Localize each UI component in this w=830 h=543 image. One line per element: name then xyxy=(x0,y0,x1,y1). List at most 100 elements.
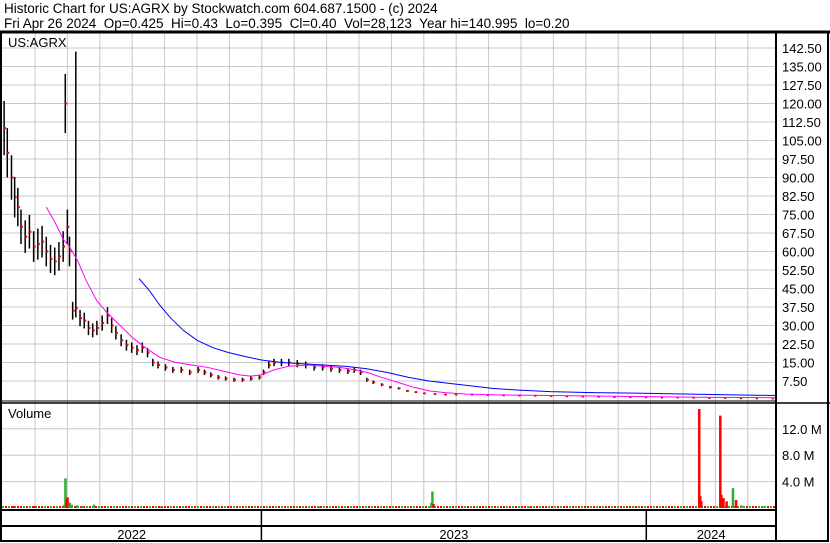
volume-bar-baseline xyxy=(107,506,109,508)
volume-bar-baseline xyxy=(308,506,310,508)
volume-bar-baseline xyxy=(275,506,277,508)
volume-bar-baseline xyxy=(587,506,589,508)
volume-bar-baseline xyxy=(644,506,646,508)
volume-bar-baseline xyxy=(197,506,199,508)
volume-bar-baseline xyxy=(104,506,106,508)
close-tick xyxy=(204,371,207,374)
volume-bar-baseline xyxy=(281,506,283,508)
volume-bar-baseline xyxy=(773,506,775,508)
volume-bar xyxy=(722,498,725,508)
volume-bar-baseline xyxy=(350,506,352,508)
volume-bar-baseline xyxy=(293,506,295,508)
close-tick xyxy=(37,243,40,246)
close-tick xyxy=(25,235,28,238)
close-tick xyxy=(14,196,17,199)
volume-bar-baseline xyxy=(503,506,505,508)
volume-bar-baseline xyxy=(140,506,142,508)
volume-bar-baseline xyxy=(269,506,271,508)
volume-bar-baseline xyxy=(476,506,478,508)
volume-bar xyxy=(12,506,16,508)
volume-bar-baseline xyxy=(56,506,58,508)
volume-bar-baseline xyxy=(395,506,397,508)
volume-bar-baseline xyxy=(110,506,112,508)
volume-bar-baseline xyxy=(89,506,91,508)
volume-bar-baseline xyxy=(728,506,730,508)
volume-bar-baseline xyxy=(557,506,559,508)
volume-bar-baseline xyxy=(128,506,130,508)
price-tick-label: 142.50 xyxy=(782,41,822,56)
volume-bar-baseline xyxy=(236,506,238,508)
close-tick xyxy=(250,377,253,380)
volume-bar-baseline xyxy=(548,506,550,508)
volume-bar-baseline xyxy=(449,506,451,508)
volume-bar-baseline xyxy=(125,506,127,508)
volume-bar-baseline xyxy=(332,506,334,508)
volume-bar-baseline xyxy=(158,506,160,508)
volume-bar-baseline xyxy=(194,506,196,508)
close-tick xyxy=(347,370,350,373)
volume-bar-baseline xyxy=(467,506,469,508)
volume-bar-baseline xyxy=(641,506,643,508)
close-tick xyxy=(415,391,418,394)
volume-bar-baseline xyxy=(443,506,445,508)
volume-bar xyxy=(700,501,703,508)
close-tick xyxy=(63,245,66,248)
volume-bar-baseline xyxy=(554,506,556,508)
volume-bar-baseline xyxy=(647,506,649,508)
close-tick xyxy=(189,371,192,374)
volume-bar xyxy=(731,488,735,508)
volume-bar-baseline xyxy=(749,506,751,508)
volume-bar-baseline xyxy=(131,506,133,508)
volume-tick-label: 8.0 M xyxy=(782,448,815,463)
volume-bar-baseline xyxy=(302,506,304,508)
close-tick xyxy=(423,392,426,395)
volume-bar-baseline xyxy=(695,506,697,508)
volume-bar-baseline xyxy=(29,506,31,508)
close-tick xyxy=(218,376,221,379)
grid xyxy=(0,33,776,509)
volume-bar-baseline xyxy=(713,506,715,508)
volume-bar-baseline xyxy=(353,506,355,508)
price-tick-label: 60.00 xyxy=(782,244,815,259)
close-tick xyxy=(381,383,384,386)
close-tick xyxy=(65,102,68,105)
volume-bar-baseline xyxy=(50,506,52,508)
volume-bar-baseline xyxy=(149,506,151,508)
volume-bar-baseline xyxy=(74,506,76,508)
price-tick-label: 127.50 xyxy=(782,78,822,93)
volume-bar-baseline xyxy=(452,506,454,508)
volume-bar-baseline xyxy=(533,506,535,508)
volume-bar-baseline xyxy=(605,506,607,508)
volume-bar-baseline xyxy=(677,506,679,508)
volume-bar-baseline xyxy=(8,506,10,508)
volume-bar-baseline xyxy=(95,506,97,508)
price-tick-label: 7.50 xyxy=(782,374,807,389)
close-tick xyxy=(131,346,134,349)
close-tick xyxy=(11,176,14,179)
volume-bar-baseline xyxy=(671,506,673,508)
volume-bar-baseline xyxy=(59,506,61,508)
volume-bar-baseline xyxy=(620,506,622,508)
price-tick-label: 112.50 xyxy=(782,115,821,130)
close-tick xyxy=(339,368,342,371)
volume-bar-baseline xyxy=(284,506,286,508)
volume-bar-baseline xyxy=(53,506,55,508)
volume-bar-baseline xyxy=(665,506,667,508)
volume-bar-baseline xyxy=(254,506,256,508)
volume-bar-baseline xyxy=(113,506,115,508)
volume-bar-baseline xyxy=(716,506,718,508)
volume-bar-baseline xyxy=(539,506,541,508)
year-label: 2023 xyxy=(439,527,468,542)
volume-bar xyxy=(761,506,764,508)
close-tick xyxy=(17,206,20,209)
volume-bar-baseline xyxy=(266,506,268,508)
volume-bar-baseline xyxy=(689,506,691,508)
volume-bar-baseline xyxy=(710,506,712,508)
close-tick xyxy=(366,378,369,381)
volume-bar-baseline xyxy=(479,506,481,508)
volume-bar-baseline xyxy=(401,506,403,508)
close-tick xyxy=(158,363,161,366)
volume-bar xyxy=(740,505,743,508)
volume-bar-baseline xyxy=(272,506,274,508)
price-tick-label: 135.00 xyxy=(782,59,822,74)
